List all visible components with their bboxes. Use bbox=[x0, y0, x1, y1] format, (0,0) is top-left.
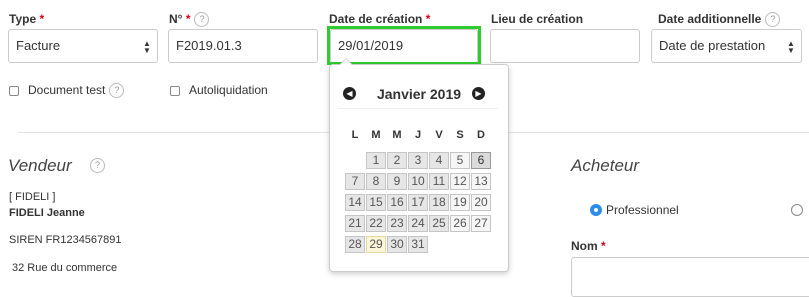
lieu-creation-input[interactable] bbox=[490, 29, 640, 63]
calendar-day[interactable]: 3 bbox=[408, 152, 428, 169]
date-additionnelle-select[interactable]: Date de prestation ▲ ▼ bbox=[651, 29, 802, 63]
calendar-day[interactable]: 5 bbox=[450, 152, 470, 169]
popup-pointer-inner bbox=[340, 59, 352, 65]
calendar-day[interactable]: 24 bbox=[408, 215, 428, 232]
calendar-day[interactable]: 8 bbox=[366, 173, 386, 190]
calendar-day[interactable]: 18 bbox=[429, 194, 449, 211]
weekday-header: L bbox=[351, 129, 359, 141]
date-picker-popup: ◀ Janvier 2019 ▶ L M M J V S D 1 2 3 4 5 6 7 8 9 10 11 12 1… bbox=[329, 58, 509, 272]
date-additionnelle-label: Date additionnelle? bbox=[658, 12, 781, 28]
date-creation-label: Date de création * bbox=[329, 12, 431, 26]
calendar-day[interactable]: 31 bbox=[408, 236, 428, 253]
calendar-day[interactable]: 17 bbox=[408, 194, 428, 211]
nom-label: Nom * bbox=[571, 239, 606, 253]
calendar-day[interactable]: 1 bbox=[366, 152, 386, 169]
weekday-header: M bbox=[371, 129, 381, 141]
autoliquidation-label: Autoliquidation bbox=[189, 83, 268, 97]
calendar-day[interactable]: 4 bbox=[429, 152, 449, 169]
vendeur-title: Vendeur bbox=[8, 156, 72, 175]
type-label: Type * bbox=[9, 12, 45, 26]
professionnel-radio[interactable] bbox=[590, 204, 602, 216]
vendeur-address: 32 Rue du commerce bbox=[12, 262, 118, 274]
calendar-day[interactable]: 11 bbox=[429, 173, 449, 190]
calendar-day[interactable]: 23 bbox=[387, 215, 407, 232]
calendar-day[interactable]: 9 bbox=[387, 173, 407, 190]
help-icon[interactable]: ? bbox=[90, 158, 105, 173]
type-select-value: Facture bbox=[16, 38, 61, 53]
calendar-day[interactable]: 22 bbox=[366, 215, 386, 232]
calendar-day[interactable]: 6 bbox=[471, 152, 491, 169]
weekday-header: J bbox=[414, 129, 422, 141]
lieu-creation-label: Lieu de création bbox=[491, 12, 584, 26]
calendar-day[interactable]: 27 bbox=[471, 215, 491, 232]
vendeur-name: FIDELI Jeanne bbox=[9, 207, 85, 219]
calendar-day[interactable]: 7 bbox=[345, 173, 365, 190]
section-divider bbox=[18, 132, 338, 133]
calendar-day[interactable]: 2 bbox=[387, 152, 407, 169]
acheteur-title: Acheteur bbox=[571, 156, 640, 175]
calendar-day[interactable]: 13 bbox=[471, 173, 491, 190]
help-icon[interactable]: ? bbox=[765, 12, 781, 28]
document-test-label: Document test? bbox=[28, 83, 125, 99]
numero-input-value: F2019.01.3 bbox=[176, 38, 242, 53]
numero-input[interactable]: F2019.01.3 bbox=[168, 29, 318, 63]
numero-label: N° *? bbox=[169, 12, 210, 28]
weekday-header: S bbox=[456, 129, 464, 141]
calendar-day[interactable]: 28 bbox=[345, 236, 365, 253]
calendar-day[interactable]: 14 bbox=[345, 194, 365, 211]
select-arrows-icon: ▲ ▼ bbox=[143, 39, 151, 55]
calendar-day[interactable]: 15 bbox=[366, 194, 386, 211]
weekday-header: M bbox=[392, 129, 402, 141]
weekday-header: V bbox=[435, 129, 443, 141]
calendar-day[interactable]: 26 bbox=[450, 215, 470, 232]
date-additionnelle-select-value: Date de prestation bbox=[659, 38, 766, 53]
help-icon[interactable]: ? bbox=[109, 83, 125, 99]
autoliquidation-checkbox[interactable] bbox=[170, 86, 180, 96]
calendar-day[interactable]: 30 bbox=[387, 236, 407, 253]
calendar-day[interactable]: 19 bbox=[450, 194, 470, 211]
particulier-radio[interactable] bbox=[791, 204, 803, 216]
calendar-day[interactable]: 10 bbox=[408, 173, 428, 190]
help-icon[interactable]: ? bbox=[194, 12, 210, 28]
calendar-day[interactable]: 12 bbox=[450, 173, 470, 190]
document-test-checkbox[interactable] bbox=[9, 86, 19, 96]
vendeur-siren: SIREN FR1234567891 bbox=[9, 234, 122, 246]
weekday-header: D bbox=[477, 129, 485, 141]
section-divider bbox=[508, 132, 809, 133]
professionnel-label: Professionnel bbox=[606, 203, 679, 217]
calendar-day[interactable]: 29 bbox=[366, 236, 386, 253]
calendar-day[interactable]: 25 bbox=[429, 215, 449, 232]
calendar-day[interactable]: 21 bbox=[345, 215, 365, 232]
calendar-day[interactable]: 16 bbox=[387, 194, 407, 211]
select-arrows-icon: ▲ ▼ bbox=[787, 39, 795, 55]
calendar-header-divider bbox=[338, 108, 498, 109]
calendar-day[interactable]: 20 bbox=[471, 194, 491, 211]
nom-input[interactable] bbox=[571, 257, 809, 297]
next-month-icon[interactable]: ▶ bbox=[472, 87, 485, 100]
type-select[interactable]: Facture ▲ ▼ bbox=[8, 29, 158, 63]
vendeur-line: [ FIDELI ] bbox=[9, 191, 56, 203]
